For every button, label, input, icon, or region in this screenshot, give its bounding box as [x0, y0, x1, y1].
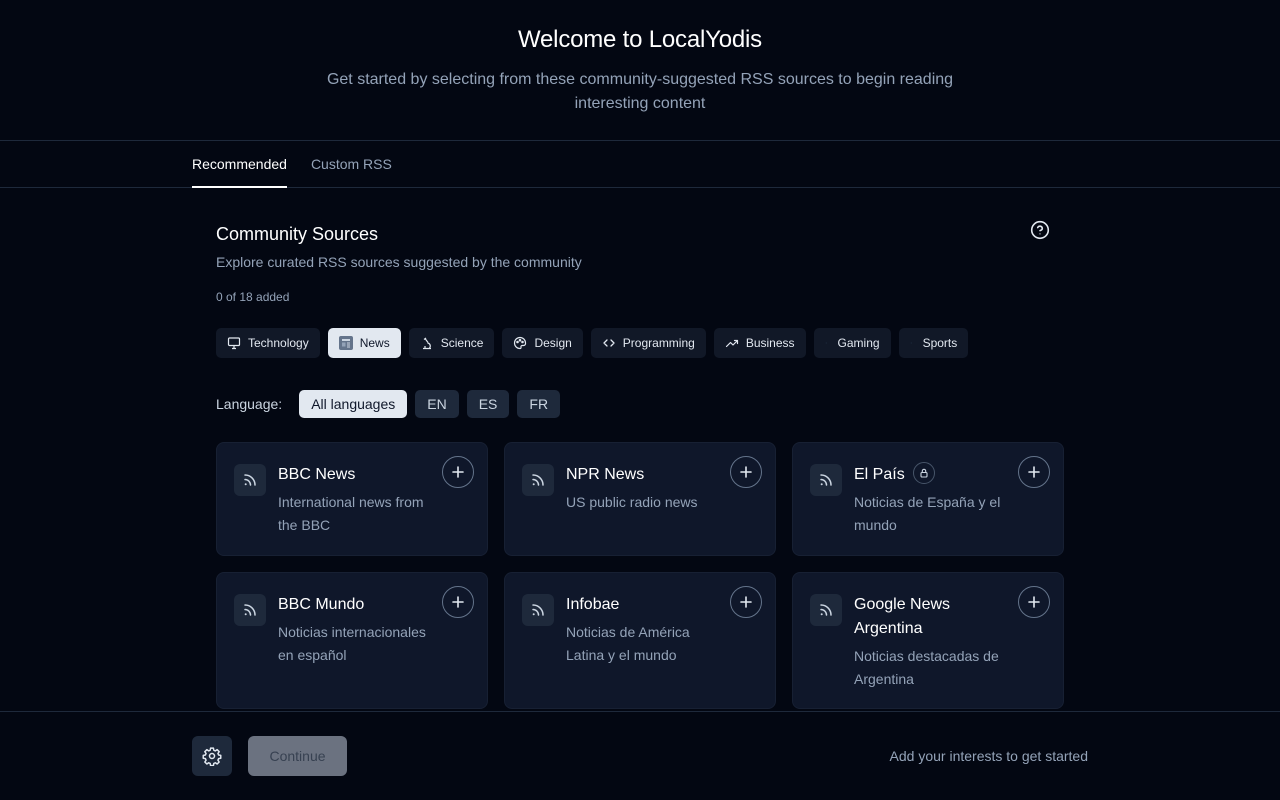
source-description: US public radio news: [566, 494, 698, 510]
category-label: Design: [534, 336, 572, 350]
source-card: El País Noticias de España y el mundo: [792, 442, 1064, 556]
category-programming[interactable]: Programming: [590, 328, 706, 358]
source-grid: BBC News International news from the BBC…: [216, 442, 1064, 709]
source-card: Google News Argentina Noticias destacada…: [792, 572, 1064, 709]
plus-icon: [1028, 596, 1040, 608]
gear-icon: [202, 747, 222, 766]
section-title: Community Sources: [216, 224, 379, 244]
continue-button[interactable]: Continue: [248, 736, 347, 776]
source-description: Noticias de España y el mundo: [854, 494, 1001, 533]
category-label: Science: [440, 336, 484, 350]
lock-icon: [912, 461, 935, 484]
language-filter: Language: All languages EN ES FR: [216, 390, 561, 418]
rss-icon: [522, 594, 554, 626]
category-technology[interactable]: Technology: [216, 328, 320, 358]
settings-button[interactable]: [192, 736, 232, 776]
source-card: BBC Mundo Noticias internacionales en es…: [216, 572, 488, 709]
tab-recommended[interactable]: Recommended: [192, 141, 287, 188]
page-title: Welcome to LocalYodis: [518, 26, 762, 53]
language-es[interactable]: ES: [466, 390, 510, 418]
plus-icon: [452, 596, 464, 608]
source-name: NPR News: [566, 466, 645, 483]
language-label: Language:: [216, 396, 283, 412]
page-subtitle: Get started by selecting from these comm…: [326, 71, 954, 112]
rss-icon: [234, 594, 266, 626]
add-source-button[interactable]: [730, 586, 762, 618]
source-description: Noticias internacionales en español: [278, 624, 426, 663]
rss-icon: [234, 464, 266, 496]
category-label: Programming: [622, 336, 695, 350]
source-description: Noticias de América Latina y el mundo: [566, 624, 690, 663]
language-en[interactable]: EN: [415, 390, 459, 418]
category-label: Business: [745, 336, 795, 350]
source-name: BBC News: [278, 466, 356, 483]
plus-icon: [452, 466, 464, 478]
source-description: International news from the BBC: [278, 494, 424, 533]
plus-icon: [1028, 466, 1040, 478]
category-label: Sports: [922, 336, 958, 350]
language-fr[interactable]: FR: [517, 390, 561, 418]
source-card: BBC News International news from the BBC: [216, 442, 488, 556]
source-name: Infobae: [566, 596, 620, 613]
rss-icon: [810, 594, 842, 626]
plus-icon: [740, 596, 752, 608]
add-source-button[interactable]: [1018, 456, 1050, 488]
add-source-button[interactable]: [442, 456, 474, 488]
category-science[interactable]: Science: [408, 328, 495, 358]
category-design[interactable]: Design: [502, 328, 583, 358]
gamepad-icon: [825, 342, 827, 344]
section-subtitle: Explore curated RSS sources suggested by…: [216, 254, 582, 270]
add-source-button[interactable]: [730, 456, 762, 488]
source-name: El País: [854, 466, 905, 483]
language-all[interactable]: All languages: [299, 390, 408, 418]
footer-hint: Add your interests to get started: [889, 748, 1088, 764]
hero: Welcome to LocalYodis Get started by sel…: [0, 0, 1280, 141]
newspaper-icon: [338, 336, 353, 350]
rss-icon: [810, 464, 842, 496]
category-label: Technology: [248, 336, 309, 350]
microscope-icon: [422, 337, 431, 350]
category-sports[interactable]: Sports: [898, 328, 969, 358]
trending-up-icon: [725, 339, 738, 348]
category-label: Gaming: [837, 336, 880, 350]
plus-icon: [740, 466, 752, 478]
source-name: Google News Argentina: [854, 596, 951, 637]
category-news[interactable]: News: [327, 328, 401, 358]
code-icon: [603, 339, 615, 347]
category-label: News: [359, 336, 390, 350]
source-name: BBC Mundo: [278, 596, 365, 613]
category-gaming[interactable]: Gaming: [813, 328, 891, 358]
source-card: Infobae Noticias de América Latina y el …: [504, 572, 776, 709]
ball-icon: [910, 342, 912, 344]
source-name-row: El País: [854, 461, 1004, 487]
rss-icon: [522, 464, 554, 496]
footer-bar: Continue Add your interests to get start…: [0, 711, 1280, 800]
source-card: NPR News US public radio news: [504, 442, 776, 556]
add-source-button[interactable]: [442, 586, 474, 618]
source-description: Noticias destacadas de Argentina: [854, 648, 999, 687]
monitor-icon: [227, 337, 241, 350]
tab-custom-rss[interactable]: Custom RSS: [311, 141, 392, 187]
added-count: 0 of 18 added: [216, 290, 290, 304]
category-business[interactable]: Business: [713, 328, 806, 358]
tab-bar: Recommended Custom RSS: [0, 141, 1280, 188]
add-source-button[interactable]: [1018, 586, 1050, 618]
category-filter: Technology News Science Design Programmi…: [216, 328, 969, 358]
palette-icon: [514, 336, 527, 350]
help-circle-icon[interactable]: [1030, 220, 1050, 240]
